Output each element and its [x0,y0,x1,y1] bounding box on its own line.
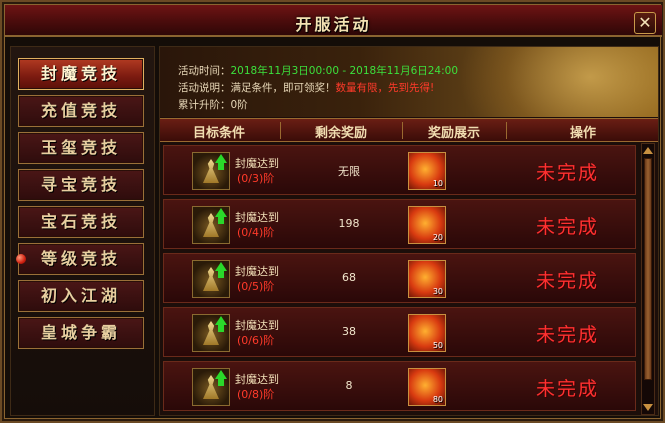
reward-item-icon[interactable]: 30 [408,260,446,298]
tab-label: 皇城争霸 [40,323,121,342]
event-desc-label: 活动说明：满足条件，即可领奖！ [178,82,336,94]
claim-button[interactable]: 未完成 [536,374,599,401]
event-desc-line: 活动说明：满足条件，即可领奖！数量有限，先到先得! [178,80,434,95]
tab-level[interactable]: 等级竞技 [16,243,144,275]
reward-quantity: 20 [432,233,443,242]
table-header: 目标条件 剩余奖励 奖励展示 操作 [160,118,658,142]
remaining-count: 无限 [338,165,360,178]
reward-quantity: 80 [432,395,443,404]
condition-progress: (0/5)阶 [237,280,275,293]
tab-jade-seal[interactable]: 玉玺竞技 [18,132,144,164]
notice-dot-icon [16,254,26,264]
reward-item-icon[interactable]: 10 [408,152,446,190]
condition-text: 封魔达到 [235,373,279,386]
condition-progress: (0/4)阶 [237,226,275,239]
tab-fengmo[interactable]: 封魔竞技 [18,58,144,90]
tab-label: 等级竞技 [40,249,121,268]
scroll-down-icon[interactable] [643,404,653,411]
remaining-count: 38 [342,325,356,338]
table-row: 封魔达到 (0/4)阶 198 20 未完成 [163,199,636,249]
reward-item-icon[interactable]: 50 [408,314,446,352]
tab-label: 封魔竞技 [40,64,121,83]
tab-newcomer[interactable]: 初入江湖 [18,280,144,312]
tab-imperial-city[interactable]: 皇城争霸 [18,317,144,349]
condition-text: 封魔达到 [235,265,279,278]
tab-gem[interactable]: 宝石竞技 [18,206,144,238]
level-up-figure-icon [192,152,230,190]
tab-label: 寻宝竞技 [40,175,121,194]
remaining-count: 198 [338,217,360,230]
accumulated-label: 累计升阶： [178,99,231,111]
claim-button[interactable]: 未完成 [536,212,599,239]
scroll-thumb[interactable] [644,158,652,380]
reward-list: 封魔达到 (0/3)阶 无限 10 未完成 封魔达到 (0/4)阶 198 20… [160,143,638,415]
tab-recharge[interactable]: 充值竞技 [18,95,144,127]
header-divider [402,122,403,139]
header-divider [280,122,281,139]
list-scrollbar[interactable] [641,143,655,415]
title-bar: 开服活动 ✕ [5,5,662,37]
event-desc-highlight: 数量有限，先到先得! [335,82,435,94]
event-time-label: 活动时间： [178,65,231,77]
category-sidebar: 封魔竞技 充值竞技 玉玺竞技 寻宝竞技 宝石竞技 等级竞技 初入江湖 皇城争霸 [10,46,155,416]
event-banner: 活动时间：2018年11月3日00:00 - 2018年11月6日24:00 活… [160,47,658,117]
reward-item-icon[interactable]: 20 [408,206,446,244]
remaining-count: 8 [345,379,353,392]
window-title: 开服活动 [295,15,372,34]
condition-text: 封魔达到 [235,157,279,170]
tab-treasure-hunt[interactable]: 寻宝竞技 [18,169,144,201]
level-up-figure-icon [192,260,230,298]
table-row: 封魔达到 (0/8)阶 8 80 未完成 [163,361,636,411]
table-row: 封魔达到 (0/5)阶 68 30 未完成 [163,253,636,303]
tab-label: 宝石竞技 [40,212,121,231]
reward-quantity: 10 [432,179,443,188]
tab-label: 初入江湖 [40,286,121,305]
accumulated-line: 累计升阶：0阶 [178,97,248,112]
table-row: 封魔达到 (0/3)阶 无限 10 未完成 [163,145,636,195]
reward-quantity: 50 [432,341,443,350]
content-panel: 活动时间：2018年11月3日00:00 - 2018年11月6日24:00 活… [159,46,659,416]
header-action: 操作 [569,126,596,141]
condition-progress: (0/8)阶 [237,388,275,401]
level-up-figure-icon [192,206,230,244]
condition-progress: (0/3)阶 [237,172,275,185]
level-up-figure-icon [192,368,230,406]
header-condition: 目标条件 [192,126,245,141]
condition-progress: (0/6)阶 [237,334,275,347]
remaining-count: 68 [342,271,356,284]
scroll-up-icon[interactable] [643,147,653,154]
condition-text: 封魔达到 [235,319,279,332]
header-reward: 奖励展示 [427,126,480,141]
close-icon[interactable]: ✕ [634,12,656,34]
level-up-figure-icon [192,314,230,352]
claim-button[interactable]: 未完成 [536,158,599,185]
banner-glow [458,47,658,117]
tab-label: 玉玺竞技 [40,138,121,157]
event-time-value: 2018年11月3日00:00 - 2018年11月6日24:00 [230,65,459,77]
reward-quantity: 30 [432,287,443,296]
event-time-line: 活动时间：2018年11月3日00:00 - 2018年11月6日24:00 [178,63,458,78]
table-row: 封魔达到 (0/6)阶 38 50 未完成 [163,307,636,357]
header-remaining: 剩余奖励 [314,126,367,141]
claim-button[interactable]: 未完成 [536,266,599,293]
event-window: 开服活动 ✕ 封魔竞技 充值竞技 玉玺竞技 寻宝竞技 宝石竞技 等级竞技 初入江… [0,0,665,423]
condition-text: 封魔达到 [235,211,279,224]
header-divider [506,122,507,139]
accumulated-value: 0阶 [230,99,248,111]
reward-item-icon[interactable]: 80 [408,368,446,406]
tab-label: 充值竞技 [40,101,121,120]
claim-button[interactable]: 未完成 [536,320,599,347]
